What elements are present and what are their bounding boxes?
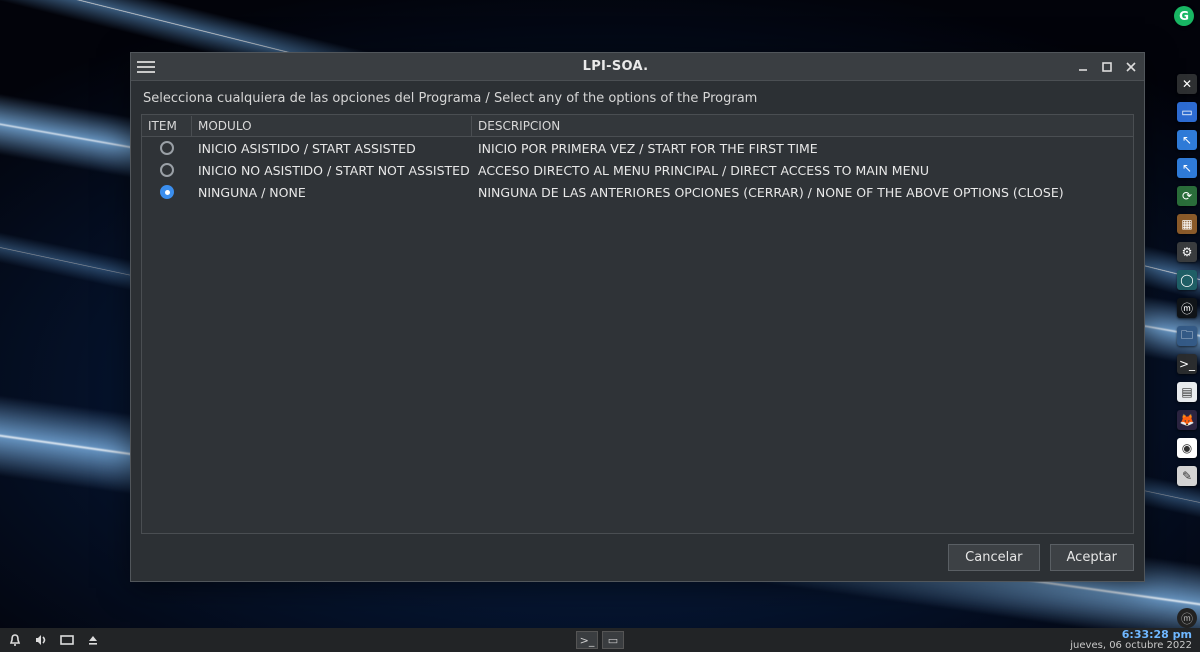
table-header: ITEM MODULO DESCRIPCION — [142, 115, 1133, 137]
minimize-button[interactable] — [1076, 60, 1090, 74]
taskbar: >_ ▭ 6:33:28 pm jueves, 06 octubre 2022 — [0, 628, 1200, 652]
descripcion-cell: INICIO POR PRIMERA VEZ / START FOR THE F… — [472, 139, 1133, 158]
col-item[interactable]: ITEM — [142, 116, 192, 136]
volume-icon[interactable] — [34, 633, 48, 647]
m-app-icon[interactable]: ⓜ — [1177, 298, 1197, 318]
col-modulo[interactable]: MODULO — [192, 116, 472, 136]
close-tray-icon[interactable]: ✕ — [1177, 74, 1197, 94]
cursor-blue-icon[interactable]: ↖ — [1177, 158, 1197, 178]
dialog-subtitle: Selecciona cualquiera de las opciones de… — [141, 89, 1134, 114]
circle-app-icon[interactable]: ◯ — [1177, 270, 1197, 290]
eject-icon[interactable] — [86, 633, 100, 647]
modulo-cell: NINGUNA / NONE — [192, 183, 472, 202]
table-row[interactable]: NINGUNA / NONENINGUNA DE LAS ANTERIORES … — [142, 181, 1133, 203]
cancel-button[interactable]: Cancelar — [948, 544, 1039, 571]
terminal-icon[interactable]: >_ — [1177, 354, 1197, 374]
window-title: LPI-SOA. — [155, 59, 1076, 74]
taskbar-app-terminal[interactable]: >_ — [576, 631, 598, 649]
distro-logo-icon[interactable]: ⓜ — [1177, 608, 1197, 628]
maximize-button[interactable] — [1100, 60, 1114, 74]
options-table: ITEM MODULO DESCRIPCION INICIO ASISTIDO … — [141, 114, 1134, 534]
package-icon[interactable]: ▦ — [1177, 214, 1197, 234]
taskbar-time[interactable]: 6:33:28 pm — [1070, 629, 1192, 641]
taskbar-app-window[interactable]: ▭ — [602, 631, 624, 649]
workspaces-icon[interactable] — [60, 633, 74, 647]
corner-app-badge[interactable]: G — [1174, 6, 1194, 26]
radio-cell[interactable] — [142, 161, 192, 179]
descripcion-cell: NINGUNA DE LAS ANTERIORES OPCIONES (CERR… — [472, 183, 1133, 202]
table-row[interactable]: INICIO NO ASISTIDO / START NOT ASSISTEDA… — [142, 159, 1133, 181]
descripcion-cell: ACCESO DIRECTO AL MENU PRINCIPAL / DIREC… — [472, 161, 1133, 180]
tools-icon[interactable]: ✎ — [1177, 466, 1197, 486]
modulo-cell: INICIO NO ASISTIDO / START NOT ASSISTED — [192, 161, 472, 180]
taskbar-date: jueves, 06 octubre 2022 — [1070, 641, 1192, 652]
radio-icon[interactable] — [160, 185, 174, 199]
col-descripcion[interactable]: DESCRIPCION — [472, 116, 1133, 136]
gear-icon[interactable]: ⚙ — [1177, 242, 1197, 262]
close-button[interactable] — [1124, 60, 1138, 74]
modulo-cell: INICIO ASISTIDO / START ASSISTED — [192, 139, 472, 158]
accept-button[interactable]: Aceptar — [1050, 544, 1134, 571]
cursor-white-icon[interactable]: ↖ — [1177, 130, 1197, 150]
titlebar[interactable]: LPI-SOA. — [131, 53, 1144, 81]
refresh-icon[interactable]: ⟳ — [1177, 186, 1197, 206]
document-icon[interactable]: ▤ — [1177, 382, 1197, 402]
display-settings-icon[interactable]: ▭ — [1177, 102, 1197, 122]
chrome-icon[interactable]: ◉ — [1177, 438, 1197, 458]
radio-icon[interactable] — [160, 163, 174, 177]
hamburger-icon[interactable] — [137, 60, 155, 74]
right-dock: ✕ ▭ ↖ ↖ ⟳ ▦ ⚙ ◯ ⓜ 🗀 >_ ▤ 🦊 ◉ ✎ — [1174, 70, 1200, 582]
table-row[interactable]: INICIO ASISTIDO / START ASSISTEDINICIO P… — [142, 137, 1133, 159]
notifications-icon[interactable] — [8, 633, 22, 647]
radio-cell[interactable] — [142, 183, 192, 201]
radio-icon[interactable] — [160, 141, 174, 155]
dialog-window: LPI-SOA. Selecciona cualquiera de las op… — [130, 52, 1145, 582]
radio-cell[interactable] — [142, 139, 192, 157]
firefox-icon[interactable]: 🦊 — [1177, 410, 1197, 430]
files-icon[interactable]: 🗀 — [1177, 326, 1197, 346]
